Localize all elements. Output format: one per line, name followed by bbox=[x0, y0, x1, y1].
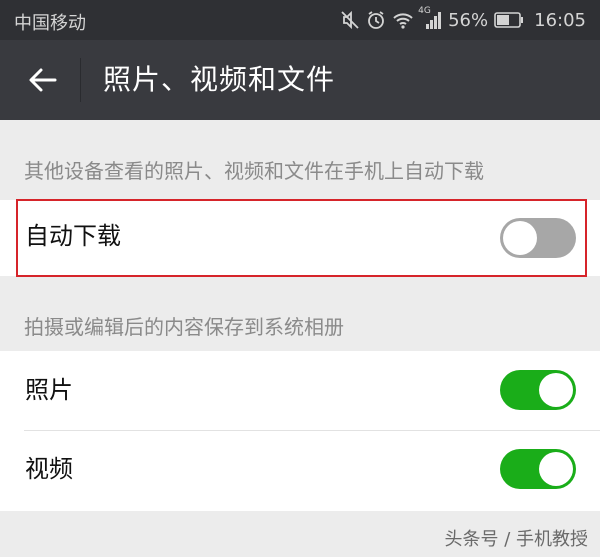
auto-download-label: 自动下载 bbox=[25, 222, 121, 250]
status-bar: 中国移动 4G 56% 16:05 bbox=[0, 0, 600, 40]
auto-download-row[interactable]: 自动下载 bbox=[0, 200, 600, 276]
clock: 16:05 bbox=[534, 9, 586, 31]
back-arrow-icon bbox=[29, 68, 57, 92]
video-row[interactable]: 视频 bbox=[0, 431, 600, 511]
section-header-auto-download: 其他设备查看的照片、视频和文件在手机上自动下载 bbox=[24, 159, 484, 183]
auto-download-toggle[interactable] bbox=[500, 218, 576, 258]
photo-toggle[interactable] bbox=[500, 370, 576, 410]
signal-icon: 4G bbox=[418, 6, 442, 30]
watermark: 头条号 / 手机教授 bbox=[444, 529, 588, 550]
network-type: 4G bbox=[418, 6, 431, 16]
video-label: 视频 bbox=[25, 455, 73, 483]
status-icons: 4G 56% 16:05 bbox=[340, 6, 586, 33]
battery-percent: 56% bbox=[448, 9, 489, 31]
title-bar: 照片、视频和文件 bbox=[0, 40, 600, 120]
page-title: 照片、视频和文件 bbox=[103, 63, 336, 96]
back-button[interactable] bbox=[22, 60, 62, 100]
row-separator bbox=[24, 430, 600, 431]
photo-row[interactable]: 照片 bbox=[0, 351, 600, 430]
battery-icon bbox=[494, 12, 524, 28]
video-toggle[interactable] bbox=[500, 449, 576, 489]
toggle-knob bbox=[539, 452, 573, 486]
wifi-icon bbox=[392, 10, 414, 30]
title-divider bbox=[80, 58, 81, 102]
photo-label: 照片 bbox=[25, 376, 73, 404]
carrier-name: 中国移动 bbox=[14, 13, 86, 34]
alarm-icon bbox=[366, 10, 386, 30]
section-header-save-to-album: 拍摄或编辑后的内容保存到系统相册 bbox=[24, 315, 344, 339]
save-to-album-group: 照片 视频 bbox=[0, 351, 600, 511]
toggle-knob bbox=[503, 221, 537, 255]
mute-icon bbox=[340, 10, 360, 30]
toggle-knob bbox=[539, 373, 573, 407]
